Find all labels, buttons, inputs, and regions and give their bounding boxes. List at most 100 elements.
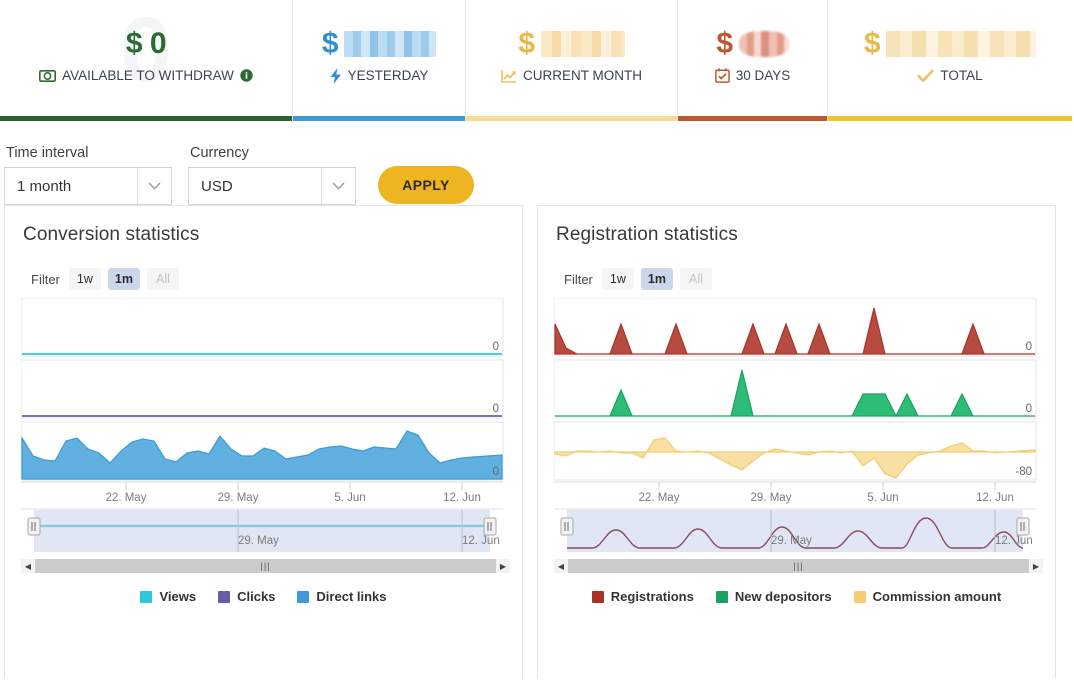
card-underline-total [828,116,1072,121]
stat-value-available-to-withdraw: $ 0 [125,24,167,64]
lightning-bolt-icon [330,67,342,84]
chart-pane-registrations: 0 [554,298,1037,357]
currency-value: USD [201,177,233,195]
navigator-handle-right[interactable] [1016,517,1030,536]
legend-label-commission-amount: Commission amount [872,589,1002,604]
scroll-left-arrow-icon[interactable]: ◀ [554,559,568,573]
navigator-right-date: 12. Jun [462,535,500,547]
scroll-right-arrow-icon[interactable]: ▶ [496,559,510,573]
stat-value-yesterday: $ [321,24,437,64]
legend-conversion: Views Clicks Direct links [5,573,522,604]
apply-button[interactable]: APPLY [378,166,474,204]
x-tick-label-3: 12. Jun [976,492,1014,504]
time-interval-label: Time interval [6,145,89,161]
conversion-chart-svg[interactable]: 0 0 0 22. May 29. May 5. Jun 12. Jun [21,298,511,508]
x-tick-label-1: 29. May [751,492,792,504]
chart-pane-clicks: 0 [21,359,504,419]
navigator-handle-left[interactable] [27,517,41,536]
x-tick-label-2: 5. Jun [867,492,898,504]
legend-swatch-views [140,590,153,603]
navigator-registration[interactable]: 29. May 12. Jun [538,508,1055,559]
time-interval-select[interactable]: 1 month [4,167,172,205]
stat-label-text: 30 DAYS [735,68,791,83]
navigator-handle-left[interactable] [560,517,574,536]
stats-cards-row: 0 $ 0 AVAILABLE TO WITHDRAW $ YESTERDAY [0,0,1074,121]
chart-scrollbar-registration[interactable]: ◀ ||| ▶ [554,559,1043,573]
navigator-left-date: 29. May [771,535,812,547]
chart-scrollbar-conversion[interactable]: ◀ ||| ▶ [21,559,510,573]
legend-swatch-registrations [591,590,604,603]
stat-amount-text: $ [321,26,339,60]
navigator-right-date: 12. Jun [995,535,1033,547]
redacted-amount [540,31,625,57]
time-interval-group: Time interval 1 month [4,145,172,205]
panel-title-conversion: Conversion statistics [23,224,200,245]
filter-button-1m[interactable]: 1m [107,268,140,290]
stat-value-current-month: $ [518,24,625,64]
legend-label-clicks: Clicks [237,589,276,604]
navigator-handle-right[interactable] [483,517,497,536]
legend-item-registrations[interactable]: Registrations [591,589,694,604]
stat-label-yesterday: YESTERDAY [330,67,429,84]
panel-title-registration: Registration statistics [556,224,738,245]
y-label-new-depositors: 0 [1026,403,1032,415]
banknote-icon [39,69,57,82]
stat-card-total[interactable]: $ TOTAL [828,0,1072,121]
scroll-right-arrow-icon[interactable]: ▶ [1029,559,1043,573]
chart-registration-statistics[interactable]: 0 0 -80 22. May 29. May 5. Jun 12. Jun [538,290,1055,508]
stat-label-total: TOTAL [917,68,983,83]
x-tick-label-1: 29. May [218,492,259,504]
legend-item-direct-links[interactable]: Direct links [297,589,387,604]
y-label-views: 0 [493,341,499,353]
legend-item-commission-amount[interactable]: Commission amount [853,589,1002,604]
card-underline-current-month [466,116,677,121]
filter-button-1m[interactable]: 1m [640,268,673,290]
stat-card-available-to-withdraw[interactable]: 0 $ 0 AVAILABLE TO WITHDRAW [0,0,292,121]
stat-card-current-month[interactable]: $ CURRENT MONTH [466,0,677,121]
x-axis-ticks: 22. May 29. May 5. Jun 12. Jun [639,482,1014,504]
stat-amount-text: $ [863,27,881,60]
currency-group: Currency USD [188,145,356,205]
stat-card-30-days[interactable]: $ 30 DAYS [677,0,828,121]
chevron-down-icon[interactable] [321,168,355,204]
redacted-amount [344,30,437,57]
chart-pane-commission-amount: -80 [554,421,1037,481]
calendar-check-icon [714,68,730,83]
chart-pane-views: 0 [21,298,504,357]
navigator-left-date: 29. May [238,535,279,547]
stat-label-text: YESTERDAY [347,68,429,83]
scroll-grip-icon[interactable]: ||| [793,561,803,571]
currency-select[interactable]: USD [188,167,356,205]
stat-label-text: TOTAL [940,68,983,83]
scroll-left-arrow-icon[interactable]: ◀ [21,559,35,573]
card-underline-yesterday [293,116,465,121]
line-chart-icon [501,69,517,83]
navigator-conversion-svg[interactable]: 29. May 12. Jun [21,508,511,554]
info-icon[interactable] [240,69,253,82]
y-label-registrations: 0 [1026,341,1032,353]
x-tick-label-3: 12. Jun [443,492,481,504]
x-axis-ticks: 22. May 29. May 5. Jun 12. Jun [106,482,481,504]
legend-item-views[interactable]: Views [140,589,196,604]
chevron-down-icon[interactable] [137,168,171,204]
y-label-clicks: 0 [493,403,499,415]
legend-swatch-commission-amount [853,590,866,603]
stat-amount-text: $ 0 [125,27,167,60]
navigator-conversion[interactable]: 29. May 12. Jun [5,508,522,559]
registration-chart-svg[interactable]: 0 0 -80 22. May 29. May 5. Jun 12. Jun [554,298,1044,508]
filter-button-1w[interactable]: 1w [68,268,101,290]
legend-item-new-depositors[interactable]: New depositors [715,589,832,604]
chart-conversion-statistics[interactable]: 0 0 0 22. May 29. May 5. Jun 12. Jun [5,290,522,508]
stat-card-yesterday[interactable]: $ YESTERDAY [292,0,466,121]
filter-label: Filter [31,271,60,287]
stat-label-30-days: 30 DAYS [714,68,791,83]
panel-conversion-statistics: Conversion statistics Filter 1w 1m All 0… [4,205,523,678]
checkmark-icon [917,69,935,83]
filter-button-1w[interactable]: 1w [601,268,634,290]
legend-item-clicks[interactable]: Clicks [218,589,275,604]
card-underline-30-days [678,116,827,121]
scroll-grip-icon[interactable]: ||| [260,561,270,571]
navigator-registration-svg[interactable]: 29. May 12. Jun [554,508,1044,554]
statistics-panels: Conversion statistics Filter 1w 1m All 0… [0,205,1074,678]
legend-swatch-clicks [218,590,231,603]
